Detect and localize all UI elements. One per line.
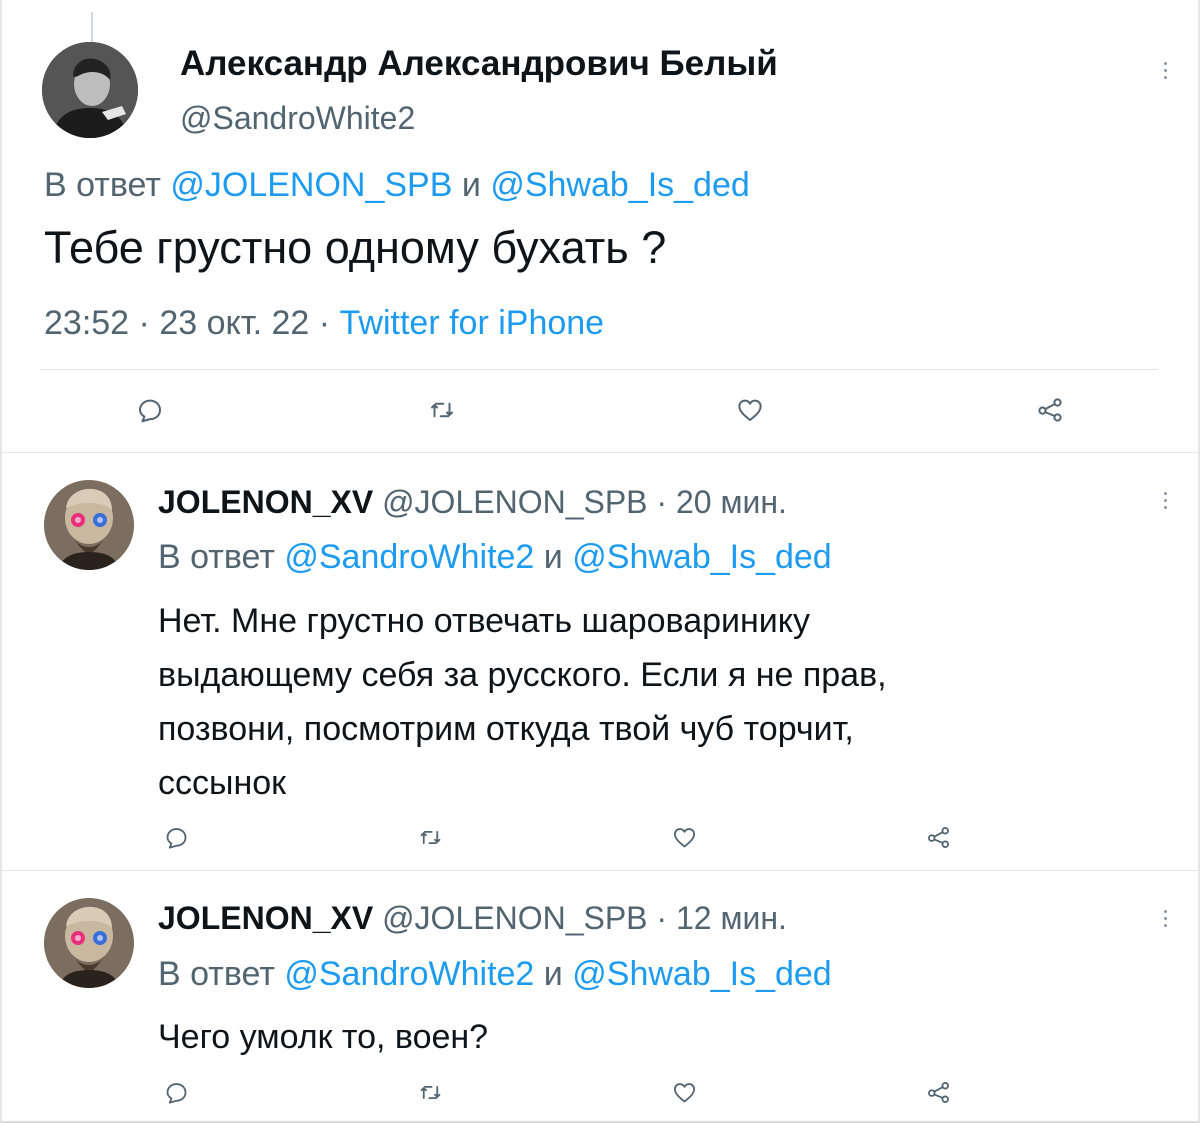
reply-button[interactable] <box>156 817 196 857</box>
tweet-date[interactable]: 23 окт. 22 <box>159 304 309 342</box>
share-nodes-icon <box>927 1081 949 1103</box>
mention-link[interactable]: @Shwab_Is_ded <box>490 166 749 204</box>
reply-bubble-icon <box>166 827 186 849</box>
reply-avatar-photo <box>44 480 134 570</box>
reply-avatar-photo <box>44 898 134 988</box>
meta-separator: · <box>138 304 150 342</box>
reply-text-line: выдающему себя за русского. Если я не пр… <box>158 656 887 694</box>
tweet-source[interactable]: Twitter for iPhone <box>340 304 605 342</box>
tweet-separator <box>0 870 1200 871</box>
reply-prefix: В ответ <box>158 538 275 576</box>
meta-separator: · <box>318 304 331 342</box>
reply-author-name[interactable]: JOLENON_XV <box>158 900 373 936</box>
author-avatar-photo <box>42 42 138 138</box>
reply-author-handle[interactable]: @JOLENON_SPB <box>382 900 647 936</box>
reply-author-name[interactable]: JOLENON_XV <box>158 484 373 520</box>
meta-separator: · <box>656 484 668 520</box>
more-vertical-icon[interactable] <box>1163 62 1169 83</box>
reply-text: Нет. Мне грустно отвечать шароваринику в… <box>158 594 887 810</box>
reply-text-line: Нет. Мне грустно отвечать шароваринику <box>158 602 811 640</box>
mention-link[interactable]: @SandroWhite2 <box>284 955 534 993</box>
share-nodes-icon <box>1038 398 1062 422</box>
more-vertical-icon[interactable] <box>1163 910 1169 931</box>
mention-link[interactable]: @Shwab_Is_ded <box>572 955 831 993</box>
retweet-icon <box>420 830 440 844</box>
reply-text-line: сссынок <box>158 764 286 802</box>
reply-header: JOLENON_XV @JOLENON_SPB · 20 мин. <box>158 484 787 521</box>
reply-text: Чего умолк то, воен? <box>158 1010 488 1064</box>
share-button[interactable] <box>1030 390 1070 430</box>
reply-prefix: В ответ <box>44 166 161 204</box>
author-handle[interactable]: @SandroWhite2 <box>180 100 415 137</box>
reply-author-avatar[interactable] <box>44 480 134 570</box>
reply-author-avatar[interactable] <box>44 898 134 988</box>
retweet-icon <box>431 402 453 418</box>
reply-button[interactable] <box>130 390 170 430</box>
reply-context: В ответ @JOLENON_SPB и @Shwab_Is_ded <box>44 166 750 205</box>
reply-joiner: и <box>543 955 563 993</box>
tweet-meta: 23:52 · 23 окт. 22 · Twitter for iPhone <box>44 304 604 343</box>
like-button[interactable] <box>664 1072 704 1112</box>
reply-age[interactable]: 20 мин. <box>676 484 787 520</box>
tweet-time[interactable]: 23:52 <box>44 304 129 342</box>
heart-icon <box>738 399 762 421</box>
more-vertical-icon[interactable] <box>1163 492 1169 513</box>
share-button[interactable] <box>918 1072 958 1112</box>
like-button[interactable] <box>664 817 704 857</box>
share-nodes-icon <box>927 826 949 848</box>
author-avatar[interactable] <box>42 42 138 138</box>
heart-icon <box>673 827 695 847</box>
retweet-icon <box>420 1085 440 1099</box>
reply-bubble-icon <box>139 399 161 423</box>
main-tweet-actions <box>0 390 1200 430</box>
reply-actions <box>0 817 1200 857</box>
mention-link[interactable]: @SandroWhite2 <box>284 538 534 576</box>
reply-joiner: и <box>543 538 563 576</box>
tweet-separator <box>0 452 1200 453</box>
reply-text-line: позвони, посмотрим откуда твой чуб торчи… <box>158 710 854 748</box>
heart-icon <box>673 1082 695 1102</box>
reply-actions <box>0 1072 1200 1112</box>
reply-bubble-icon <box>166 1082 186 1104</box>
reply-prefix: В ответ <box>158 955 275 993</box>
reply-button[interactable] <box>156 1072 196 1112</box>
meta-separator: · <box>656 900 668 936</box>
reply-context: В ответ @SandroWhite2 и @Shwab_Is_ded <box>158 955 832 994</box>
reply-age[interactable]: 12 мин. <box>676 900 787 936</box>
thread-connector-line <box>91 12 93 42</box>
reply-header: JOLENON_XV @JOLENON_SPB · 12 мин. <box>158 900 787 937</box>
reply-text-line: Чего умолк то, воен? <box>158 1018 489 1056</box>
reply-author-handle[interactable]: @JOLENON_SPB <box>382 484 647 520</box>
retweet-button[interactable] <box>422 390 462 430</box>
reply-joiner: и <box>461 166 481 204</box>
mention-link[interactable]: @Shwab_Is_ded <box>572 538 831 576</box>
share-button[interactable] <box>918 817 958 857</box>
meta-divider <box>40 369 1158 370</box>
reply-context: В ответ @SandroWhite2 и @Shwab_Is_ded <box>158 538 832 577</box>
retweet-button[interactable] <box>410 1072 450 1112</box>
retweet-button[interactable] <box>410 817 450 857</box>
like-button[interactable] <box>730 390 770 430</box>
author-name[interactable]: Александр Александрович Белый <box>180 44 778 84</box>
mention-link[interactable]: @JOLENON_SPB <box>170 166 452 204</box>
tweet-text: Тебе грустно одному бухать ? <box>44 222 667 273</box>
